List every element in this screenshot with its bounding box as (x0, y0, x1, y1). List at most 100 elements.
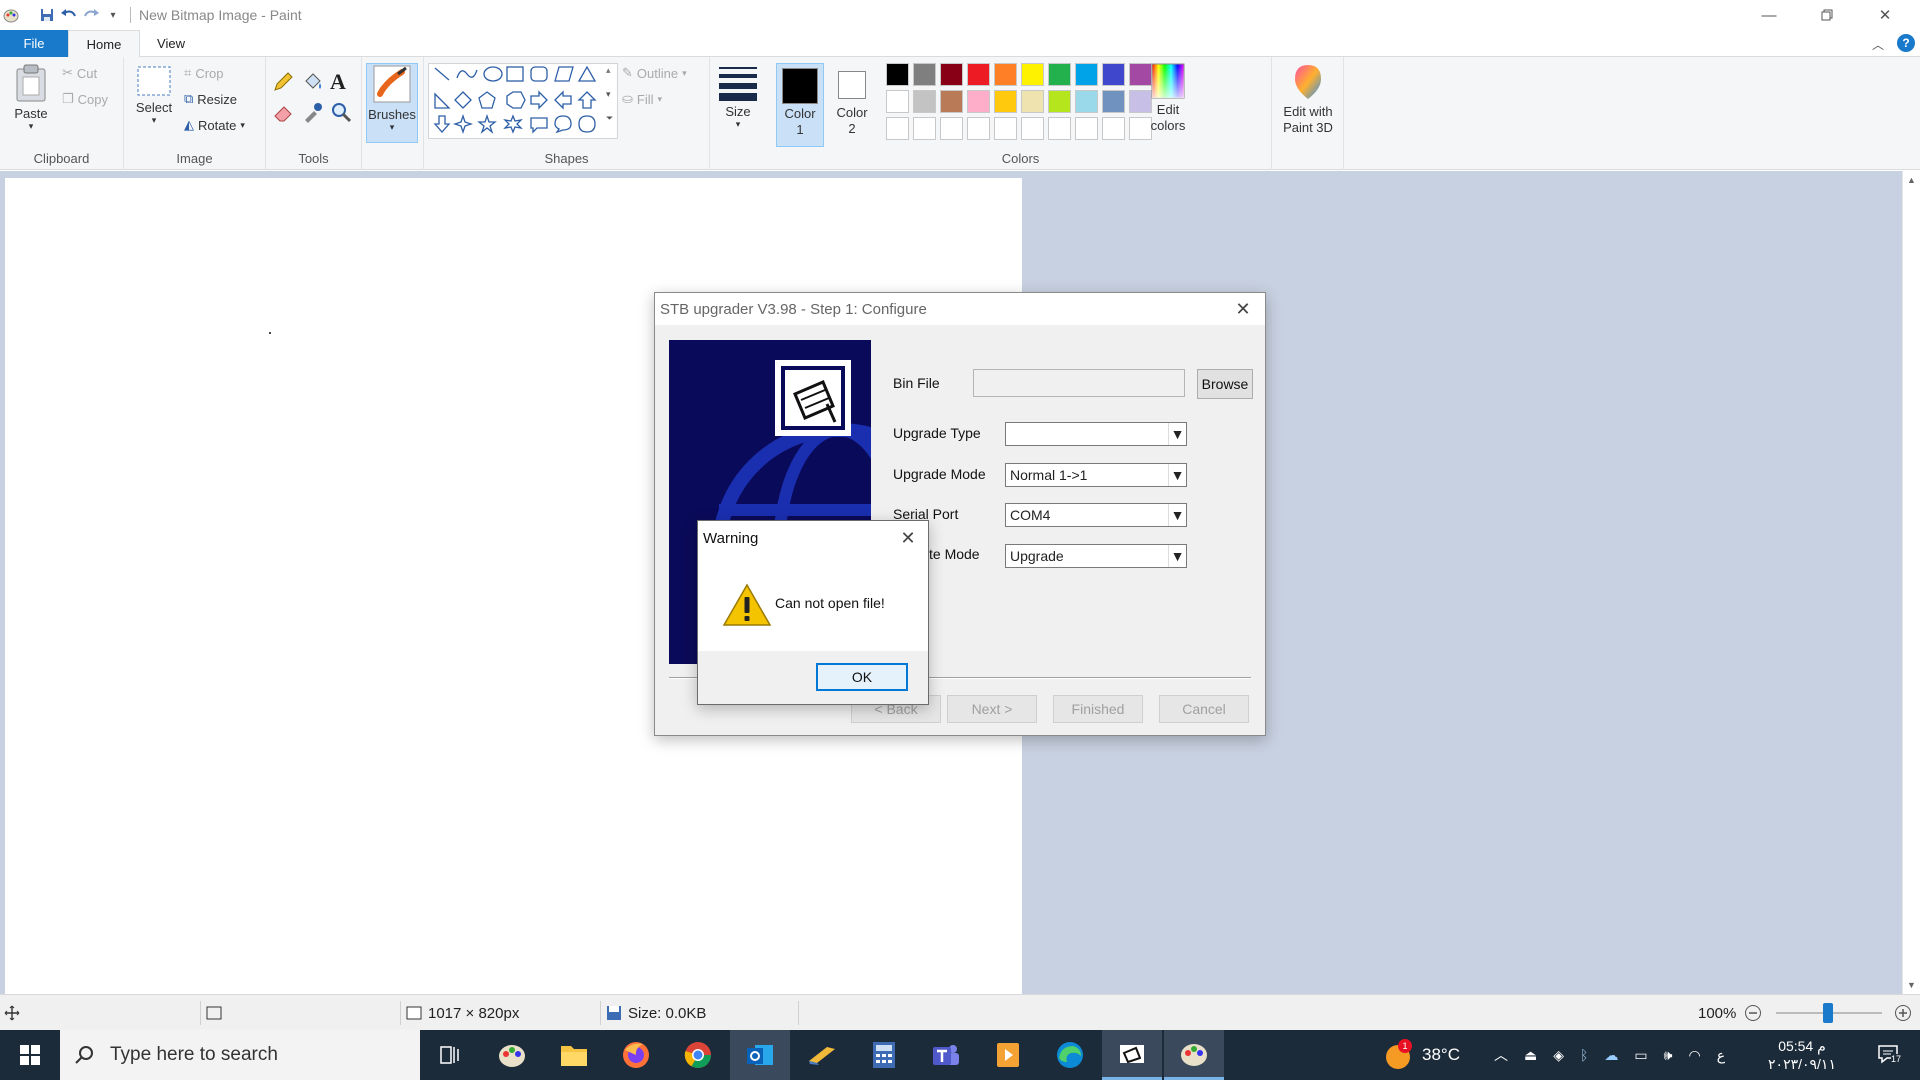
start-button[interactable] (0, 1030, 60, 1080)
vertical-scrollbar[interactable]: ▲ ▼ (1902, 171, 1920, 994)
fill-button[interactable]: ⛀ Fill ▾ (622, 91, 662, 107)
stb-upgrader-taskbar-icon[interactable] (1102, 1030, 1162, 1080)
brushes-button[interactable]: Brushes ▾ (366, 63, 418, 143)
paint-app-icon[interactable] (0, 4, 22, 26)
zoom-out-icon[interactable] (1744, 995, 1762, 1031)
magnifier-icon[interactable] (330, 101, 352, 126)
warning-close-button[interactable]: ✕ (888, 521, 928, 555)
rotate-button[interactable]: ◭ Rotate ▾ (184, 117, 245, 133)
tab-view[interactable]: View (150, 30, 192, 57)
palette-swatch[interactable] (886, 90, 909, 113)
task-view-icon[interactable] (420, 1030, 480, 1080)
input-language-indicator[interactable]: ع (1717, 1047, 1725, 1064)
palette-swatch[interactable] (940, 63, 963, 86)
color1-button[interactable]: Color 1 (776, 63, 824, 147)
paint-active-taskbar-icon[interactable] (1164, 1030, 1224, 1080)
text-tool-icon[interactable]: A (330, 69, 346, 95)
fill-bucket-icon[interactable] (302, 71, 324, 96)
select-button[interactable]: Select ▾ (132, 65, 176, 126)
action-center-icon[interactable]: 17 (1868, 1030, 1908, 1080)
edge-icon[interactable] (1040, 1030, 1100, 1080)
palette-swatch[interactable] (1075, 90, 1098, 113)
crop-button[interactable]: ⌗ Crop (184, 65, 224, 81)
zoom-slider-thumb[interactable] (1823, 1003, 1833, 1023)
shapes-scroll-down-icon[interactable]: ▾ (606, 89, 611, 100)
serial-port-select[interactable]: COM4 ▼ (1005, 503, 1187, 527)
palette-swatch[interactable] (967, 90, 990, 113)
redo-icon[interactable] (80, 4, 102, 26)
upgrade-type-select[interactable]: ▼ (1005, 422, 1187, 446)
teams-icon[interactable] (916, 1030, 976, 1080)
video-player-icon[interactable] (978, 1030, 1038, 1080)
help-icon[interactable]: ? (1897, 34, 1915, 52)
size-button[interactable]: Size ▾ (714, 65, 762, 130)
edit-colors-button[interactable]: Edit colors (1142, 63, 1194, 134)
firefox-icon[interactable] (606, 1030, 666, 1080)
palette-swatch[interactable] (967, 63, 990, 86)
palette-swatch[interactable] (994, 63, 1017, 86)
zoom-in-icon[interactable] (1894, 995, 1912, 1031)
shapes-expand-icon[interactable]: ⏷ (606, 113, 613, 124)
show-hidden-icons-chevron-icon[interactable]: ︿ (1494, 1045, 1508, 1065)
palette-swatch[interactable] (1048, 90, 1071, 113)
stb-dialog-close-button[interactable]: ✕ (1221, 293, 1265, 325)
shapes-scroll-up-icon[interactable]: ▴ (606, 65, 611, 76)
palette-swatch[interactable] (1075, 117, 1098, 140)
weather-widget[interactable]: 1 38°C (1384, 1030, 1460, 1080)
palette-swatch[interactable] (913, 117, 936, 140)
ok-button[interactable]: OK (816, 663, 908, 691)
scroll-down-icon[interactable]: ▼ (1907, 980, 1916, 990)
calculator-icon[interactable] (854, 1030, 914, 1080)
palette-swatch[interactable] (886, 117, 909, 140)
palette-swatch[interactable] (1102, 117, 1125, 140)
palette-swatch[interactable] (1021, 63, 1044, 86)
palette-swatch[interactable] (940, 90, 963, 113)
tab-file[interactable]: File (0, 30, 68, 57)
palette-swatch[interactable] (994, 90, 1017, 113)
file-explorer-icon[interactable] (544, 1030, 604, 1080)
customize-quick-access-icon[interactable]: ▾ (102, 4, 124, 26)
palette-swatch[interactable] (913, 90, 936, 113)
palette-swatch[interactable] (1021, 90, 1044, 113)
stb-app-icon[interactable] (792, 1030, 852, 1080)
outline-button[interactable]: ✎ Outline ▾ (622, 65, 687, 81)
palette-swatch[interactable] (886, 63, 909, 86)
paint-app-taskbar-icon[interactable] (482, 1030, 542, 1080)
scroll-up-icon[interactable]: ▲ (1907, 175, 1916, 185)
color2-button[interactable]: Color 2 (828, 63, 876, 147)
palette-swatch[interactable] (1075, 63, 1098, 86)
cancel-button[interactable]: Cancel (1159, 695, 1249, 723)
palette-swatch[interactable] (1102, 90, 1125, 113)
browse-button[interactable]: Browse (1197, 369, 1253, 399)
tab-home[interactable]: Home (68, 30, 140, 58)
onedrive-cloud-icon[interactable]: ☁ (1604, 1047, 1618, 1064)
chrome-icon[interactable] (668, 1030, 728, 1080)
taskbar-search-box[interactable]: Type here to search (60, 1030, 420, 1080)
undo-icon[interactable] (58, 4, 80, 26)
palette-swatch[interactable] (1048, 117, 1071, 140)
palette-swatch[interactable] (1048, 63, 1071, 86)
copy-button[interactable]: ❐ Copy (62, 91, 108, 107)
paste-button[interactable]: Paste ▾ (8, 63, 54, 132)
upgrade-mode-select[interactable]: Normal 1->1 ▼ (1005, 463, 1187, 487)
volume-icon[interactable]: 🕪 (1664, 1047, 1673, 1064)
meet-now-icon[interactable]: ◈ (1553, 1047, 1564, 1064)
battery-icon[interactable]: ▭ (1634, 1047, 1647, 1064)
close-button[interactable]: ✕ (1856, 0, 1914, 30)
minimize-button[interactable]: — (1740, 0, 1798, 30)
resize-button[interactable]: ⧉ Resize (184, 91, 237, 107)
usb-icon[interactable]: ⏏ (1524, 1047, 1537, 1064)
next-button[interactable]: Next > (947, 695, 1037, 723)
palette-swatch[interactable] (1021, 117, 1044, 140)
palette-swatch[interactable] (940, 117, 963, 140)
palette-swatch[interactable] (1102, 63, 1125, 86)
wifi-icon[interactable]: ◠ (1688, 1047, 1700, 1064)
finished-button[interactable]: Finished (1053, 695, 1143, 723)
save-icon[interactable] (36, 4, 58, 26)
palette-swatch[interactable] (967, 117, 990, 140)
palette-swatch[interactable] (913, 63, 936, 86)
pencil-icon[interactable] (272, 71, 294, 96)
collapse-ribbon-icon[interactable]: ︿ (1872, 36, 1884, 53)
color-picker-icon[interactable] (302, 101, 324, 126)
eraser-icon[interactable] (272, 101, 294, 126)
